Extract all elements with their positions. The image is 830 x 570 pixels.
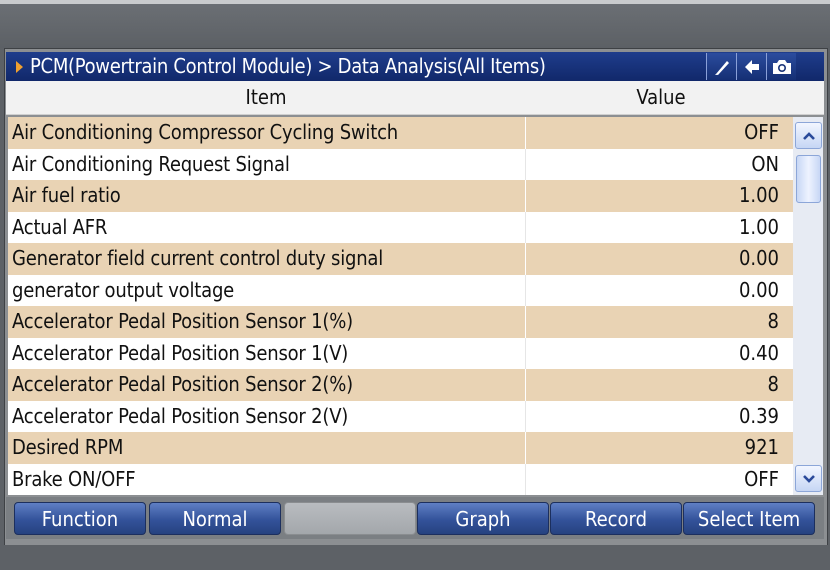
row-value: 8 [767, 372, 779, 396]
caret-right-icon [16, 61, 23, 73]
blank-button [284, 502, 416, 535]
row-value: 1.00 [738, 214, 779, 239]
row-name: Brake ON/OFF [12, 466, 136, 491]
bottom-background [0, 545, 830, 570]
row-name: Air Conditioning Compressor Cycling Swit… [12, 120, 398, 144]
pen-icon [712, 57, 732, 77]
camera-icon [771, 57, 793, 77]
scroll-thumb[interactable] [796, 155, 821, 203]
table-row[interactable]: Air Conditioning Request Signal ON [8, 148, 793, 180]
column-header-value: Value [636, 85, 686, 109]
select-item-button[interactable]: Select Item [683, 502, 815, 535]
table-row[interactable]: Air fuel ratio 1.00 [8, 180, 793, 212]
table-row[interactable]: Accelerator Pedal Position Sensor 2(V) 0… [8, 400, 793, 432]
chevron-up-icon [802, 126, 816, 145]
column-divider [525, 463, 526, 495]
function-button[interactable]: Function [14, 502, 146, 535]
scroll-up-button[interactable] [795, 122, 822, 149]
row-name: Accelerator Pedal Position Sensor 1(V) [12, 340, 349, 365]
column-header-item: Item [245, 85, 287, 109]
row-value: ON [751, 151, 779, 176]
vertical-scrollbar[interactable] [793, 117, 823, 495]
row-value: 0.39 [738, 403, 779, 428]
screenshot-button[interactable] [766, 53, 796, 80]
row-value: 0.00 [738, 246, 779, 270]
record-button[interactable]: Record [550, 502, 682, 535]
table-row[interactable]: Accelerator Pedal Position Sensor 2(%) 8 [8, 369, 793, 401]
row-name: Accelerator Pedal Position Sensor 1(%) [12, 309, 353, 333]
table-row[interactable]: Generator field current control duty sig… [8, 243, 793, 275]
chevron-down-icon [802, 469, 816, 488]
table-row[interactable]: Actual AFR 1.00 [8, 211, 793, 243]
back-arrow-icon [742, 57, 762, 77]
column-divider [525, 180, 526, 212]
row-value: OFF [744, 466, 779, 491]
table-row[interactable]: Accelerator Pedal Position Sensor 1(%) 8 [8, 306, 793, 338]
row-value: 1.00 [738, 183, 779, 207]
pen-button[interactable] [706, 53, 736, 80]
window-title: PCM(Powertrain Control Module) > Data An… [30, 54, 546, 78]
column-divider [525, 117, 526, 149]
column-divider [525, 400, 526, 432]
column-divider [525, 243, 526, 275]
column-divider [525, 369, 526, 401]
row-value: 0.40 [738, 340, 779, 365]
row-name: Generator field current control duty sig… [12, 246, 384, 270]
row-value: 0.00 [738, 277, 779, 302]
back-button[interactable] [736, 53, 766, 80]
column-divider [525, 274, 526, 306]
column-divider [525, 211, 526, 243]
column-divider [525, 337, 526, 369]
graph-button[interactable]: Graph [417, 502, 549, 535]
row-value: 8 [767, 309, 779, 333]
row-name: Air fuel ratio [12, 183, 121, 207]
row-name: Desired RPM [12, 435, 124, 459]
row-value: 921 [744, 435, 779, 459]
data-table: Air Conditioning Compressor Cycling Swit… [8, 117, 793, 495]
table-header: Item Value [6, 81, 824, 115]
column-divider [525, 306, 526, 338]
scroll-down-button[interactable] [795, 465, 822, 492]
row-name: generator output voltage [12, 277, 235, 302]
column-divider [525, 148, 526, 180]
row-value: OFF [744, 120, 779, 144]
table-row[interactable]: Air Conditioning Compressor Cycling Swit… [8, 117, 793, 149]
row-name: Actual AFR [12, 214, 108, 239]
top-background [0, 4, 830, 48]
column-divider [525, 432, 526, 464]
row-name: Air Conditioning Request Signal [12, 151, 290, 176]
table-row[interactable]: Desired RPM 921 [8, 432, 793, 464]
normal-button[interactable]: Normal [149, 502, 281, 535]
table-row[interactable]: Brake ON/OFF OFF [8, 463, 793, 495]
row-name: Accelerator Pedal Position Sensor 2(V) [12, 403, 349, 428]
table-row[interactable]: Accelerator Pedal Position Sensor 1(V) 0… [8, 337, 793, 369]
table-row[interactable]: generator output voltage 0.00 [8, 274, 793, 306]
title-bar: PCM(Powertrain Control Module) > Data An… [6, 52, 824, 81]
row-name: Accelerator Pedal Position Sensor 2(%) [12, 372, 353, 396]
